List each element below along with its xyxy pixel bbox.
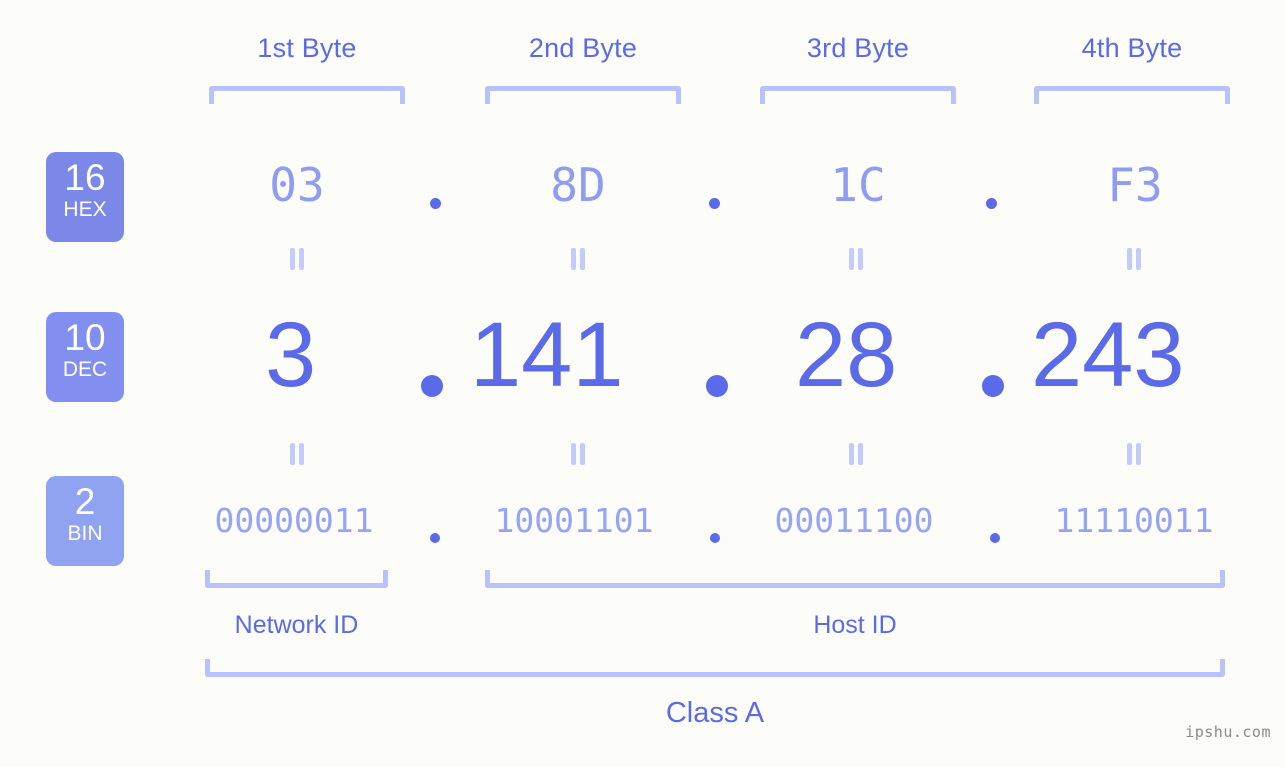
equals-icon-dec-bin-2 bbox=[569, 443, 587, 465]
equals-icon-dec-bin-4 bbox=[1125, 443, 1143, 465]
hex-octet-2: 8D bbox=[550, 158, 606, 212]
base-badge-dec-number: 10 bbox=[64, 317, 106, 358]
base-badge-hex-number: 16 bbox=[64, 157, 106, 198]
site-watermark: ipshu.com bbox=[1185, 723, 1271, 741]
equals-icon-hex-dec-2 bbox=[569, 248, 587, 270]
host-id-bracket bbox=[485, 570, 1225, 588]
byte-header-2: 2nd Byte bbox=[528, 33, 638, 63]
dec-octet-1: 3 bbox=[265, 304, 317, 406]
byte-bracket-1 bbox=[209, 86, 405, 104]
hex-separator-dot-1 bbox=[430, 198, 441, 209]
equals-icon-hex-dec-1 bbox=[288, 248, 306, 270]
byte-bracket-2 bbox=[485, 86, 681, 104]
base-badge-hex: 16 HEX bbox=[46, 152, 124, 242]
bin-separator-dot-1 bbox=[430, 533, 440, 543]
hex-octet-4: F3 bbox=[1107, 158, 1163, 212]
bin-octet-4: 11110011 bbox=[1054, 501, 1214, 540]
bin-octet-3: 00011100 bbox=[774, 501, 934, 540]
dec-separator-dot-3 bbox=[982, 375, 1004, 397]
class-bracket bbox=[205, 659, 1225, 677]
base-badge-dec: 10 DEC bbox=[46, 312, 124, 402]
byte-header-3: 3rd Byte bbox=[806, 33, 910, 63]
byte-header-1: 1st Byte bbox=[257, 33, 357, 63]
bin-octet-2: 10001101 bbox=[494, 501, 654, 540]
hex-separator-dot-2 bbox=[709, 198, 720, 209]
equals-icon-dec-bin-3 bbox=[847, 443, 865, 465]
byte-header-4: 4th Byte bbox=[1081, 33, 1183, 63]
equals-icon-dec-bin-1 bbox=[288, 443, 306, 465]
hex-octet-1: 03 bbox=[269, 158, 325, 212]
bin-octet-1: 00000011 bbox=[214, 501, 374, 540]
network-id-bracket bbox=[205, 570, 388, 588]
dec-octet-4: 243 bbox=[1031, 304, 1185, 406]
equals-icon-hex-dec-3 bbox=[847, 248, 865, 270]
dec-separator-dot-1 bbox=[421, 375, 443, 397]
class-label: Class A bbox=[665, 697, 765, 729]
base-badge-dec-name: DEC bbox=[62, 358, 108, 381]
network-id-label: Network ID bbox=[234, 611, 359, 639]
base-badge-bin-name: BIN bbox=[67, 522, 103, 545]
base-badge-hex-name: HEX bbox=[63, 198, 107, 221]
hex-octet-3: 1C bbox=[830, 158, 886, 212]
byte-bracket-3 bbox=[760, 86, 956, 104]
host-id-label: Host ID bbox=[813, 611, 897, 639]
base-badge-bin-number: 2 bbox=[74, 481, 96, 522]
bin-separator-dot-3 bbox=[990, 533, 1000, 543]
byte-bracket-4 bbox=[1034, 86, 1230, 104]
equals-icon-hex-dec-4 bbox=[1125, 248, 1143, 270]
dec-separator-dot-2 bbox=[706, 375, 728, 397]
bin-separator-dot-2 bbox=[710, 533, 720, 543]
dec-octet-3: 28 bbox=[795, 304, 898, 406]
base-badge-bin: 2 BIN bbox=[46, 476, 124, 566]
ip-address-breakdown-diagram: 1st Byte 2nd Byte 3rd Byte 4th Byte 16 H… bbox=[0, 0, 1285, 767]
dec-octet-2: 141 bbox=[470, 304, 624, 406]
hex-separator-dot-3 bbox=[986, 198, 997, 209]
